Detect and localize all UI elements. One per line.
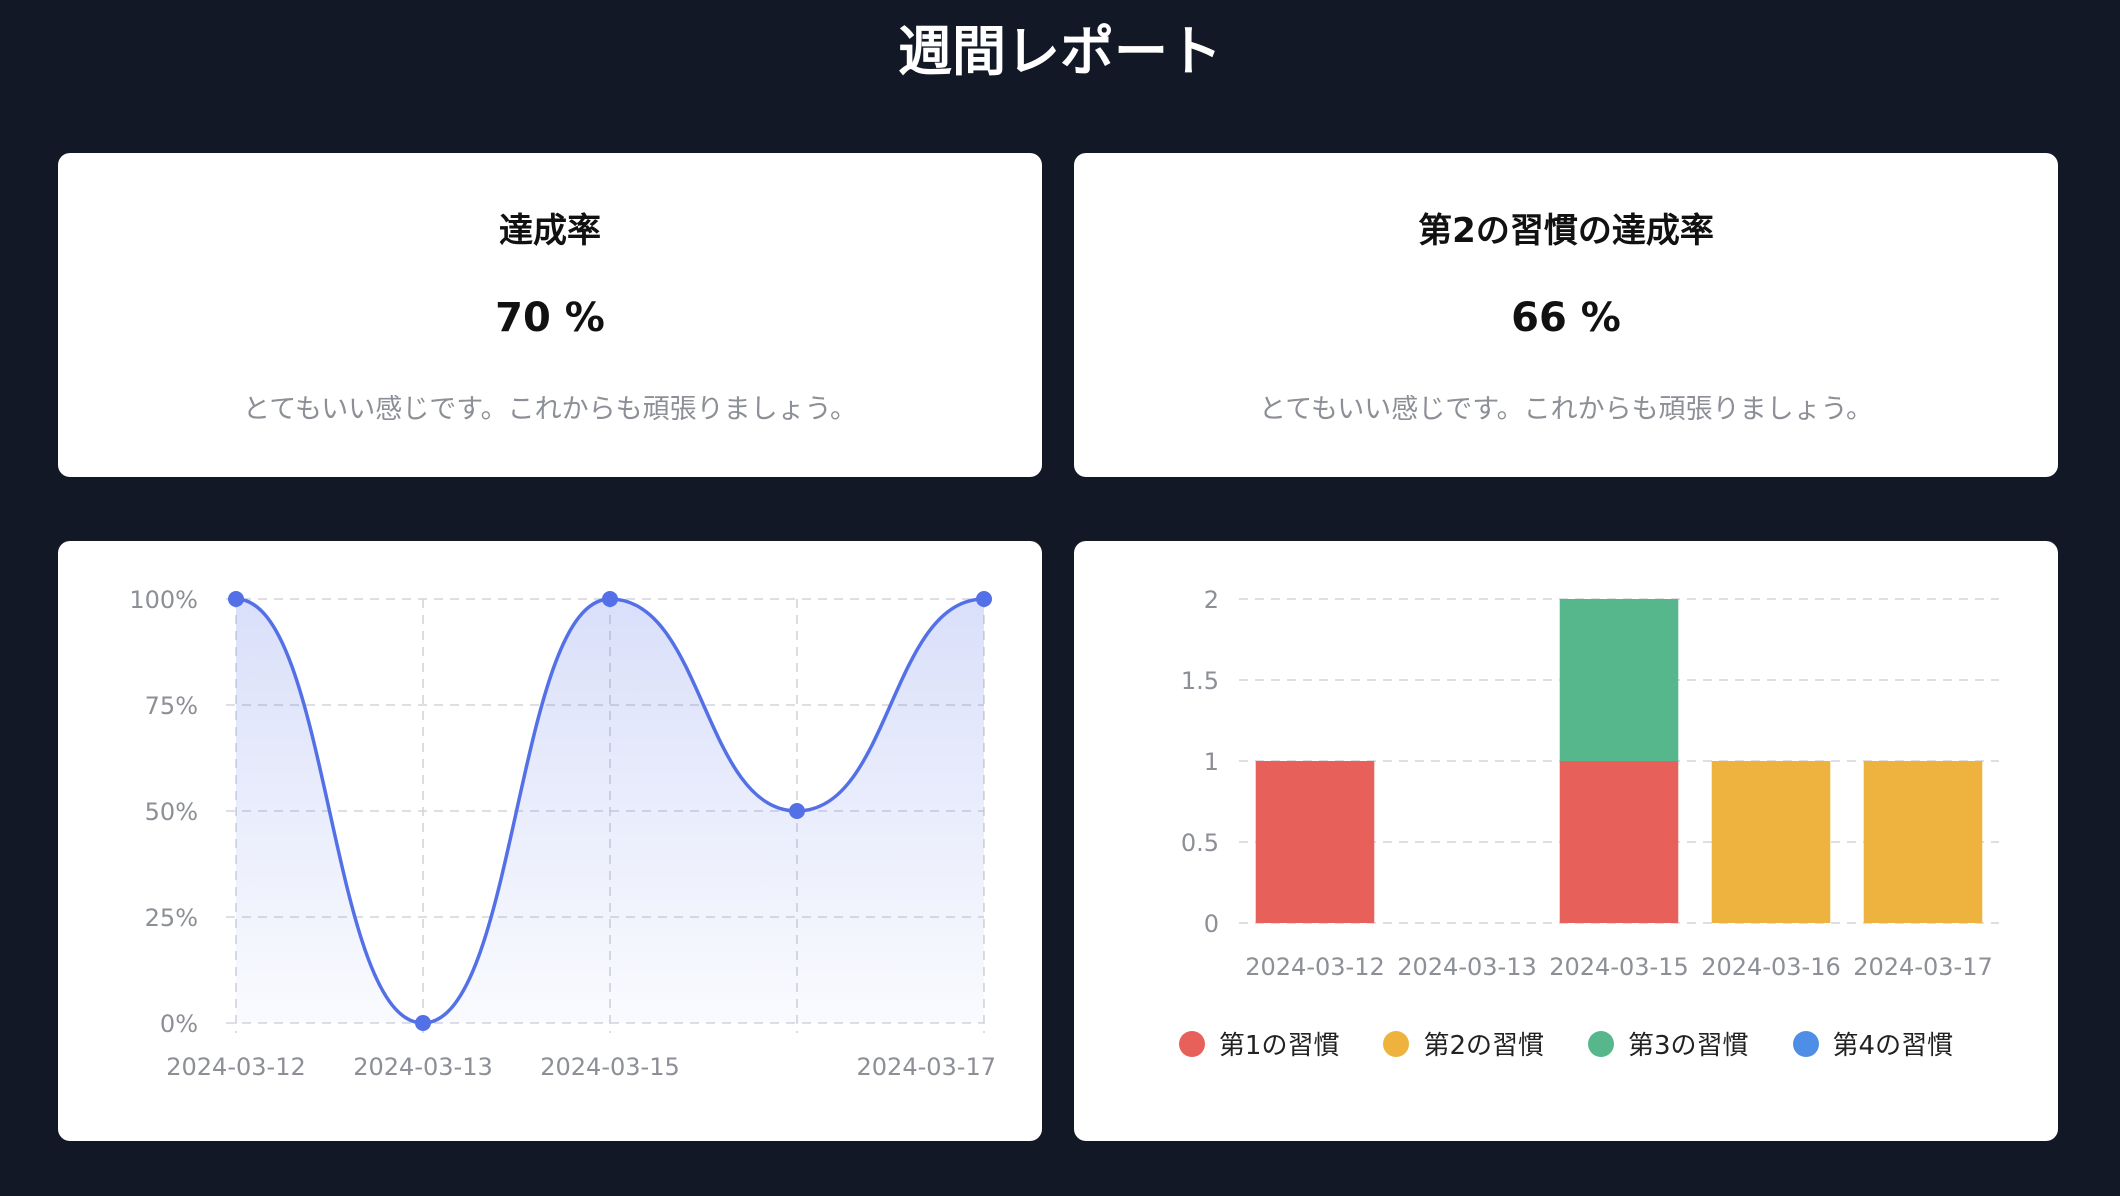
y-tick-label: 0 xyxy=(1204,910,1219,938)
x-tick-label: 2024-03-12 xyxy=(166,1053,305,1081)
data-point xyxy=(789,803,805,819)
x-tick-label: 2024-03-12 xyxy=(1245,953,1384,981)
bar-segment xyxy=(1255,761,1375,923)
line-chart: 0% 25% 50% 75% 100% 2024-03-12 2024-03-13 2024-… xyxy=(129,586,996,1081)
bar-segment xyxy=(1863,761,1983,923)
legend-label: 第3の習慣 xyxy=(1628,1031,1749,1061)
y-tick-label: 0.5 xyxy=(1181,829,1219,857)
y-tick-label: 75% xyxy=(145,692,198,720)
x-tick-label: 2024-03-17 xyxy=(857,1053,996,1081)
x-tick-label: 2024-03-13 xyxy=(1397,953,1536,981)
bar-segment xyxy=(1711,761,1831,923)
y-tick-label: 50% xyxy=(145,798,198,826)
chart-legend: 第1の習慣 第2の習慣 第3の習慣 第4の習慣 xyxy=(1074,1025,2058,1062)
x-tick-label: 2024-03-17 xyxy=(1853,953,1992,981)
bar-segment xyxy=(1559,599,1679,761)
stat-value: 70 % xyxy=(495,295,605,341)
y-tick-label: 100% xyxy=(129,586,198,614)
page-title: 週間レポート xyxy=(898,20,1222,83)
x-tick-label: 2024-03-13 xyxy=(353,1053,492,1081)
legend-label: 第1の習慣 xyxy=(1218,1031,1340,1061)
data-point xyxy=(602,591,618,607)
x-tick-label: 2024-03-15 xyxy=(540,1053,679,1081)
legend-color-icon xyxy=(1178,1030,1205,1057)
data-point xyxy=(228,591,244,607)
legend-item[interactable]: 第4の習慣 xyxy=(1792,1025,1954,1062)
line-chart-card: 0% 25% 50% 75% 100% 2024-03-12 2024-03-13 2024-… xyxy=(58,541,1042,1141)
stat-label: 第2の習慣の達成率 xyxy=(1418,211,1714,251)
stat-message: とてもいい感じです。これからも頑張りましょう。 xyxy=(243,394,857,425)
y-tick-label: 1 xyxy=(1204,748,1219,776)
area-fill xyxy=(236,599,984,1023)
legend-item[interactable]: 第2の習慣 xyxy=(1383,1025,1544,1062)
x-tick-label: 2024-03-16 xyxy=(1701,953,1840,981)
y-tick-label: 25% xyxy=(145,904,198,932)
bar-chart-card: 0 0.5 1 1.5 2 2024-03-12 2024-03-13 2024-03-15 2… xyxy=(1074,541,2058,1141)
legend-label: 第4の習慣 xyxy=(1832,1031,1954,1061)
achievement-rate-card: 達成率 70 % とてもいい感じです。これからも頑張りましょう。 xyxy=(58,153,1042,477)
bar-segment xyxy=(1559,761,1679,923)
legend-label: 第2の習慣 xyxy=(1423,1031,1544,1061)
y-tick-label: 1.5 xyxy=(1181,667,1219,695)
stat-message: とてもいい感じです。これからも頑張りましょう。 xyxy=(1259,394,1873,425)
legend-item[interactable]: 第1の習慣 xyxy=(1178,1025,1340,1062)
legend-item[interactable]: 第3の習慣 xyxy=(1588,1025,1749,1062)
y-tick-label: 2 xyxy=(1204,586,1219,614)
y-tick-label: 0% xyxy=(160,1010,198,1038)
habit2-rate-card: 第2の習慣の達成率 66 % とてもいい感じです。これからも頑張りましょう。 xyxy=(1074,153,2058,477)
data-point xyxy=(415,1015,431,1031)
legend-color-icon xyxy=(1383,1030,1410,1057)
data-point xyxy=(976,591,992,607)
legend-color-icon xyxy=(1588,1030,1614,1057)
legend-color-icon xyxy=(1792,1030,1819,1057)
stat-value: 66 % xyxy=(1511,295,1621,341)
stat-label: 達成率 xyxy=(499,211,601,251)
x-tick-label: 2024-03-15 xyxy=(1549,953,1688,981)
